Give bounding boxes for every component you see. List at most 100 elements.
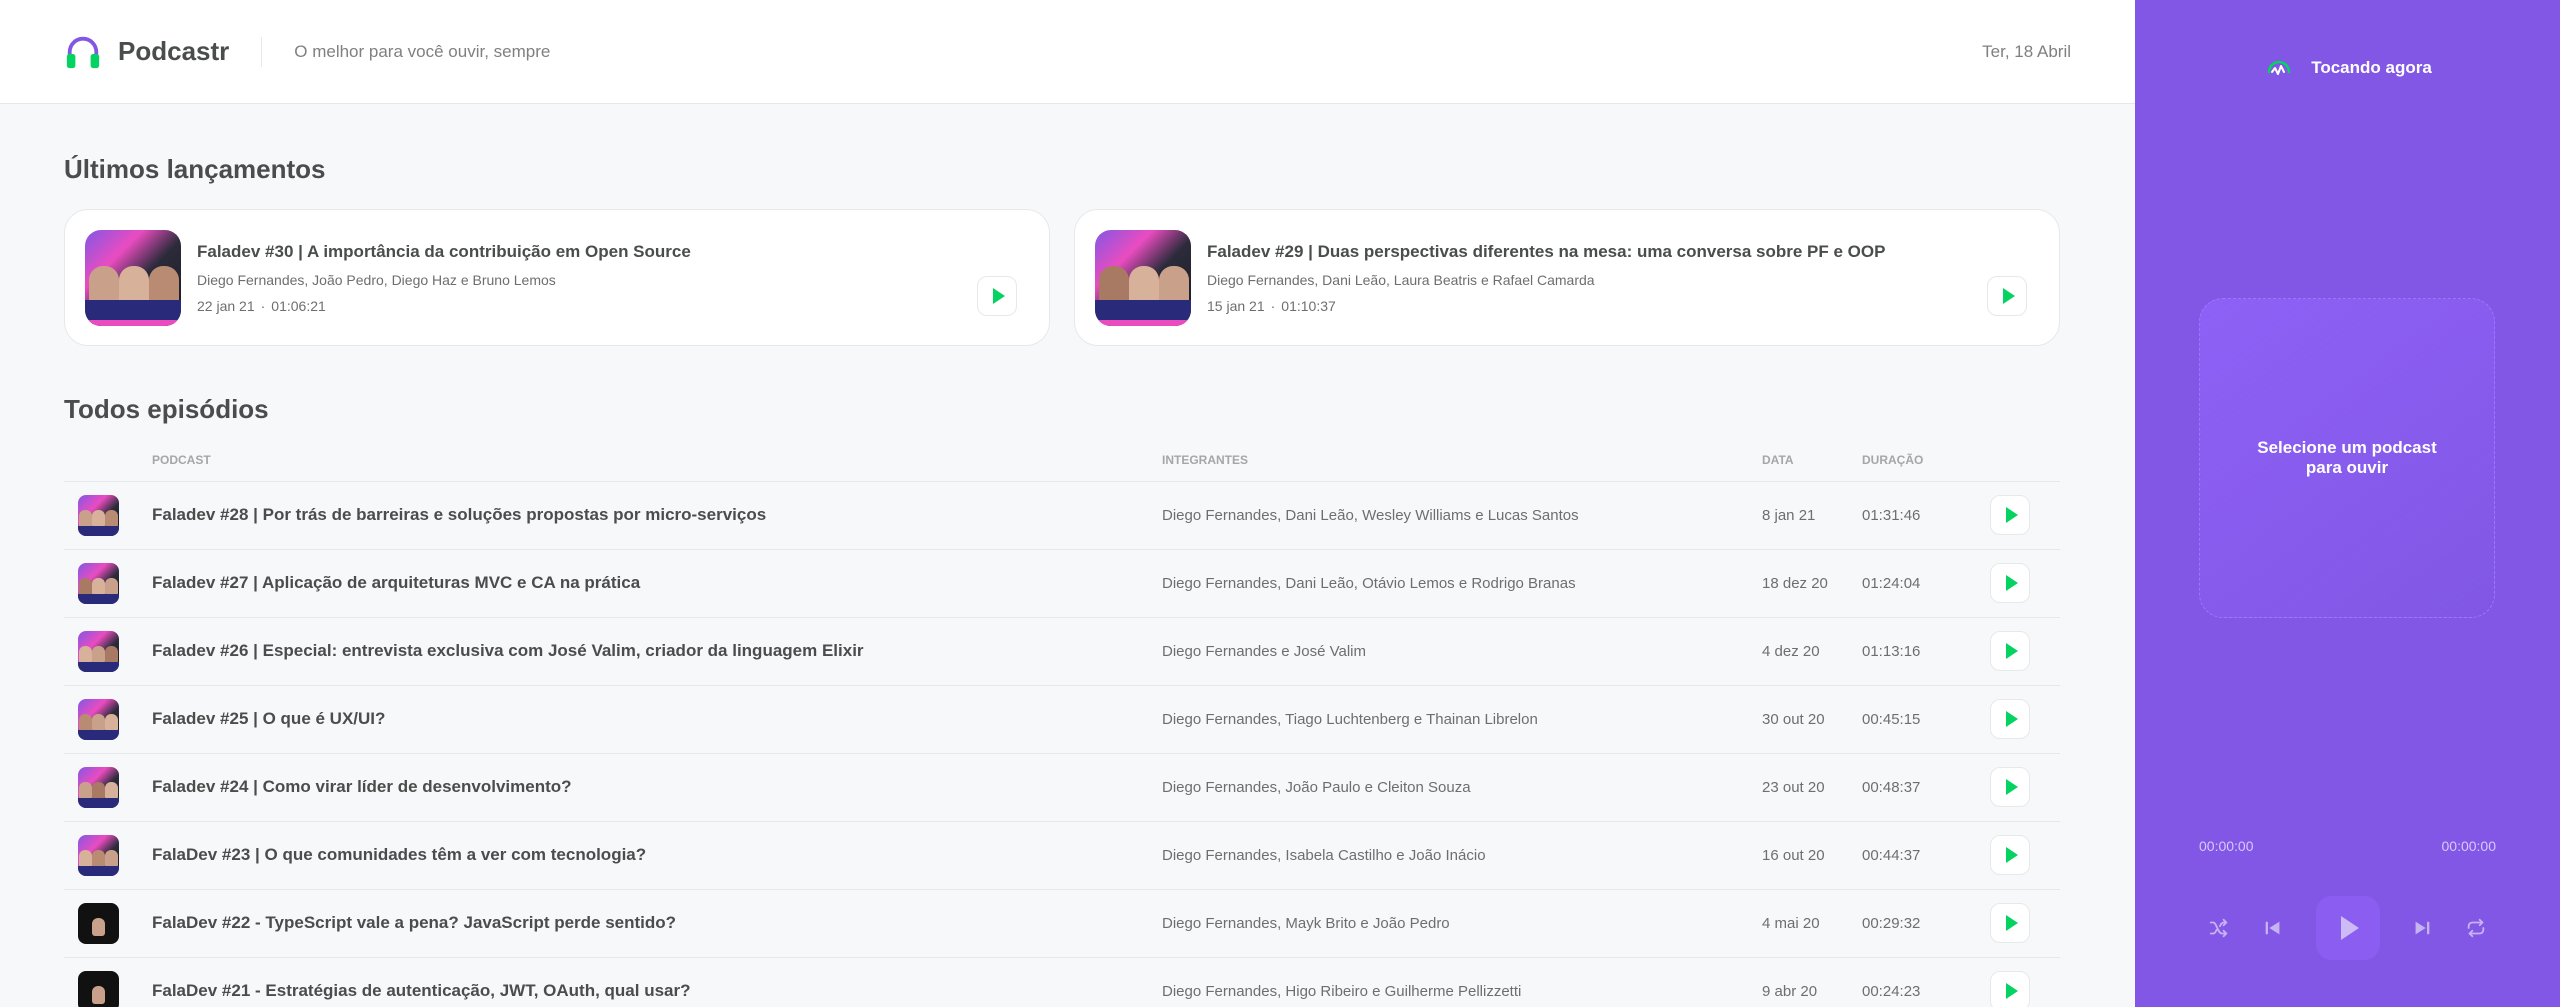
episode-date: 16 out 20 xyxy=(1762,821,1862,890)
header-divider xyxy=(261,36,263,67)
column-header-duration: Duração xyxy=(1862,453,1990,482)
total-time: 00:00:00 xyxy=(2441,838,2497,854)
episode-members: Diego Fernandes, Dani Leão, Otávio Lemos… xyxy=(1162,549,1762,618)
table-row: Faladev #28 | Por trás de barreiras e so… xyxy=(64,481,2060,550)
episode-date: 4 mai 20 xyxy=(1762,889,1862,958)
episode-title-link[interactable]: Faladev #24 | Como virar líder de desenv… xyxy=(152,753,1162,822)
play-episode-button[interactable] xyxy=(1990,835,2030,875)
play-button[interactable] xyxy=(2315,896,2380,960)
episode-title-link[interactable]: Faladev #30 | A importância da contribui… xyxy=(197,242,1029,262)
play-episode-button[interactable] xyxy=(1987,276,2027,316)
latest-episode-card[interactable]: Faladev #30 | A importância da contribui… xyxy=(64,209,1050,346)
episode-date: 15 jan 21 xyxy=(1207,297,1265,314)
meta-separator: · xyxy=(260,297,266,314)
repeat-icon xyxy=(2467,918,2485,938)
column-header xyxy=(1990,453,2060,482)
row-thumbnail-cell xyxy=(64,889,152,958)
episode-duration: 01:31:46 xyxy=(1862,481,1990,550)
play-icon xyxy=(2005,847,2018,863)
latest-episode-card[interactable]: Faladev #29 | Duas perspectivas diferent… xyxy=(1074,209,2060,346)
episode-thumbnail xyxy=(78,562,119,604)
episode-thumbnail xyxy=(1095,229,1191,326)
empty-player-placeholder: Selecione um podcast para ouvir xyxy=(2199,298,2495,618)
logo[interactable]: Podcastr xyxy=(64,33,229,71)
latest-episodes-list: Faladev #30 | A importância da contribui… xyxy=(64,209,2071,346)
episode-duration: 01:24:04 xyxy=(1862,549,1990,618)
play-icon xyxy=(2005,507,2018,523)
episode-duration: 00:45:15 xyxy=(1862,685,1990,754)
row-thumbnail-cell xyxy=(64,481,152,550)
episode-thumbnail xyxy=(78,494,119,536)
play-episode-button[interactable] xyxy=(1990,903,2030,943)
episode-duration: 00:44:37 xyxy=(1862,821,1990,890)
episode-title-link[interactable]: Faladev #26 | Especial: entrevista exclu… xyxy=(152,617,1162,686)
row-action-cell xyxy=(1990,753,2060,822)
next-button[interactable] xyxy=(2410,916,2434,940)
row-thumbnail-cell xyxy=(64,617,152,686)
previous-button[interactable] xyxy=(2261,916,2285,940)
play-icon xyxy=(2005,711,2018,727)
player-panel: Tocando agora Selecione um podcast para … xyxy=(2135,0,2560,1007)
all-episodes-title: Todos episódios xyxy=(64,394,269,424)
row-action-cell xyxy=(1990,685,2060,754)
shuffle-icon xyxy=(2209,918,2228,938)
play-episode-button[interactable] xyxy=(1990,699,2030,739)
play-episode-button[interactable] xyxy=(1990,563,2030,603)
episode-members: Diego Fernandes, Tiago Luchtenberg e Tha… xyxy=(1162,685,1762,754)
app-name: Podcastr xyxy=(118,36,230,66)
play-episode-button[interactable] xyxy=(1990,971,2030,1007)
episode-members: Diego Fernandes, João Paulo e Cleiton So… xyxy=(1162,753,1762,822)
episode-title-link[interactable]: FalaDev #22 - TypeScript vale a pena? Ja… xyxy=(152,889,1162,958)
episode-thumbnail xyxy=(78,698,119,740)
tagline: O melhor para você ouvir, sempre xyxy=(294,41,551,61)
play-icon xyxy=(2002,288,2015,304)
row-action-cell xyxy=(1990,617,2060,686)
episode-members: Diego Fernandes, João Pedro, Diego Haz e… xyxy=(197,271,556,288)
episode-title-link[interactable]: Faladev #29 | Duas perspectivas diferent… xyxy=(1207,242,2039,262)
progress-slider[interactable] xyxy=(2262,844,2434,848)
episode-title-link[interactable]: Faladev #25 | O que é UX/UI? xyxy=(152,685,1162,754)
episode-date: 23 out 20 xyxy=(1762,753,1862,822)
episode-date: 18 dez 20 xyxy=(1762,549,1862,618)
episode-thumbnail xyxy=(78,630,119,672)
play-episode-button[interactable] xyxy=(977,276,1017,316)
empty-player-text: Selecione um podcast para ouvir xyxy=(2257,437,2437,477)
episode-title-link[interactable]: FalaDev #23 | O que comunidades têm a ve… xyxy=(152,821,1162,890)
table-row: FalaDev #23 | O que comunidades têm a ve… xyxy=(64,821,2060,890)
shuffle-button[interactable] xyxy=(2207,916,2231,940)
table-row: FalaDev #22 - TypeScript vale a pena? Ja… xyxy=(64,889,2060,958)
episodes-table: Podcast Integrantes Data Duração Faladev… xyxy=(64,453,2060,1007)
episode-date: 30 out 20 xyxy=(1762,685,1862,754)
episode-date: 8 jan 21 xyxy=(1762,481,1862,550)
table-row: Faladev #25 | O que é UX/UI? Diego Ferna… xyxy=(64,685,2060,754)
row-thumbnail-cell xyxy=(64,957,152,1007)
play-episode-button[interactable] xyxy=(1990,631,2030,671)
episode-members: Diego Fernandes, Mayk Brito e João Pedro xyxy=(1162,889,1762,958)
episode-members: Diego Fernandes, Isabela Castilho e João… xyxy=(1162,821,1762,890)
meta-separator: · xyxy=(1270,297,1276,314)
table-row: Faladev #26 | Especial: entrevista exclu… xyxy=(64,617,2060,686)
episode-duration: 00:29:32 xyxy=(1862,889,1990,958)
row-action-cell xyxy=(1990,957,2060,1007)
table-row: FalaDev #21 - Estratégias de autenticaçã… xyxy=(64,957,2060,1007)
play-icon xyxy=(2340,916,2359,940)
play-episode-button[interactable] xyxy=(1990,767,2030,807)
episode-date: 22 jan 21 xyxy=(197,297,255,314)
play-icon xyxy=(992,288,1005,304)
episode-duration: 01:06:21 xyxy=(271,297,326,314)
row-action-cell xyxy=(1990,889,2060,958)
play-episode-button[interactable] xyxy=(1990,495,2030,535)
episode-thumbnail xyxy=(78,834,119,876)
column-header xyxy=(64,453,152,482)
play-icon xyxy=(2005,983,2018,999)
episode-date: 9 abr 20 xyxy=(1762,957,1862,1007)
column-header-podcast: Podcast xyxy=(152,453,1162,482)
table-header-row: Podcast Integrantes Data Duração xyxy=(64,453,2060,482)
headphones-icon xyxy=(66,36,100,68)
episode-title-link[interactable]: Faladev #28 | Por trás de barreiras e so… xyxy=(152,481,1162,550)
repeat-button[interactable] xyxy=(2464,916,2488,940)
latest-episodes-title: Últimos lançamentos xyxy=(64,154,326,184)
play-icon xyxy=(2005,915,2018,931)
episode-title-link[interactable]: FalaDev #21 - Estratégias de autenticaçã… xyxy=(152,957,1162,1007)
episode-title-link[interactable]: Faladev #27 | Aplicação de arquiteturas … xyxy=(152,549,1162,618)
